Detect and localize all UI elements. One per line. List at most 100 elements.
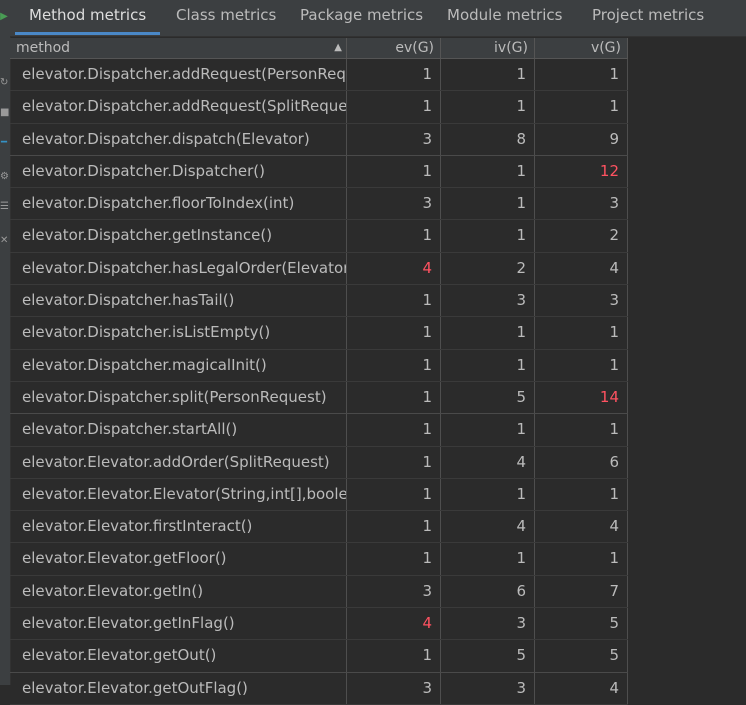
iv-value-cell: 3 [441,285,535,317]
table-row[interactable]: elevator.Elevator.getInFlag() 4 3 5 [10,608,628,641]
ev-value-cell: 1 [347,59,441,91]
table-row[interactable]: elevator.Dispatcher.floorToIndex(int) 3 1 3 [10,188,628,221]
table-row[interactable]: elevator.Dispatcher.startAll() 1 1 1 [10,414,628,447]
iv-value-cell: 5 [441,381,535,414]
iv-value-cell: 3 [441,608,535,640]
column-header-ev[interactable]: ev(G) [347,38,441,58]
table-row[interactable]: elevator.Elevator.addOrder(SplitRequest)… [10,446,628,479]
tab-project-metrics[interactable]: Project metrics [592,0,704,36]
method-metrics-table: method ▲ ev(G) iv(G) v(G) elevator.Dispa… [10,38,628,705]
method-name-cell: elevator.Elevator.getFloor() [10,543,347,575]
ev-value-cell: 1 [347,155,441,188]
iv-value-cell: 1 [441,317,535,349]
ev-value-cell: 1 [347,414,441,446]
method-name-cell: elevator.Dispatcher.isListEmpty() [10,317,347,349]
table-row[interactable]: elevator.Dispatcher.hasLegalOrder(Elevat… [10,252,628,286]
table-row[interactable]: elevator.Elevator.getOut() 1 5 5 [10,640,628,673]
column-header-method[interactable]: method ▲ [10,38,347,58]
v-value-cell: 7 [535,575,628,608]
ev-value-cell: 1 [347,511,441,543]
method-name-cell: elevator.Elevator.firstInteract() [10,511,347,543]
method-name-cell: elevator.Dispatcher.split(PersonRequest) [10,381,347,414]
v-value-cell: 5 [535,640,628,672]
table-row[interactable]: elevator.Elevator.firstInteract() 1 4 4 [10,511,628,544]
method-name-cell: elevator.Dispatcher.hasLegalOrder(Elevat… [10,252,347,285]
table-row[interactable]: elevator.Elevator.getIn() 3 6 7 [10,575,628,609]
table-row[interactable]: elevator.Dispatcher.hasTail() 1 3 3 [10,285,628,318]
table-row[interactable]: elevator.Dispatcher.Dispatcher() 1 1 12 [10,155,628,189]
method-name-cell: elevator.Dispatcher.magicalInit() [10,349,347,381]
table-row[interactable]: elevator.Elevator.getFloor() 1 1 1 [10,543,628,576]
iv-value-cell: 4 [441,511,535,543]
ev-value-cell: 1 [347,220,441,252]
table-row[interactable]: elevator.Dispatcher.addRequest(SplitRequ… [10,91,628,124]
method-name-cell: elevator.Elevator.getOut() [10,640,347,672]
stop-icon[interactable]: ■ [0,108,9,118]
ev-value-cell: 1 [347,381,441,414]
tab-label: Module metrics [447,6,563,24]
filter-icon[interactable]: ☰ [0,202,9,212]
ev-value-cell: 1 [347,317,441,349]
table-row[interactable]: elevator.Dispatcher.isListEmpty() 1 1 1 [10,317,628,350]
iv-value-cell: 8 [441,123,535,155]
iv-value-cell: 6 [441,575,535,608]
v-value-cell: 6 [535,446,628,478]
method-name-cell: elevator.Dispatcher.Dispatcher() [10,155,347,188]
table-row[interactable]: elevator.Dispatcher.getInstance() 1 1 2 [10,220,628,253]
table-header: method ▲ ev(G) iv(G) v(G) [10,38,628,59]
tab-label: Package metrics [300,6,424,24]
v-value-cell: 2 [535,220,628,252]
v-value-cell: 14 [535,381,628,414]
tab-package-metrics[interactable]: Package metrics [300,0,423,36]
tab-method-metrics[interactable]: Method metrics [15,0,161,36]
table-row[interactable]: elevator.Elevator.Elevator(String,int[],… [10,478,628,512]
tab-label: Method metrics [29,6,147,24]
iv-value-cell: 3 [441,672,535,704]
run-icon[interactable]: ▶ [0,12,8,22]
v-value-cell: 1 [535,317,628,349]
iv-value-cell: 5 [441,640,535,672]
method-name-cell: elevator.Dispatcher.addRequest(PersonReq… [10,59,347,91]
tab-class-metrics[interactable]: Class metrics [176,0,276,36]
table-row[interactable]: elevator.Dispatcher.addRequest(PersonReq… [10,59,628,92]
ev-value-cell: 1 [347,543,441,575]
settings-icon[interactable]: ⚙ [0,172,9,182]
iv-value-cell: 1 [441,59,535,91]
tab-module-metrics[interactable]: Module metrics [447,0,562,36]
table-empty-area [628,38,746,685]
method-name-cell: elevator.Elevator.getIn() [10,575,347,608]
column-header-iv[interactable]: iv(G) [441,38,535,58]
v-value-cell: 9 [535,123,628,155]
method-name-cell: elevator.Elevator.addOrder(SplitRequest) [10,446,347,478]
divider-mark-icon: ━ [0,137,8,148]
ev-value-cell: 1 [347,349,441,381]
metrics-tab-bar: Method metrics Class metrics Package met… [10,0,746,37]
sort-ascending-icon: ▲ [334,42,342,53]
method-name-cell: elevator.Dispatcher.addRequest(SplitRequ… [10,91,347,123]
iv-value-cell: 1 [441,349,535,381]
iv-value-cell: 1 [441,414,535,446]
ev-value-cell: 1 [347,478,441,511]
iv-value-cell: 1 [441,543,535,575]
iv-value-cell: 1 [441,220,535,252]
iv-value-cell: 1 [441,155,535,188]
v-value-cell: 1 [535,91,628,123]
ev-value-cell: 1 [347,446,441,478]
method-name-cell: elevator.Dispatcher.hasTail() [10,285,347,317]
ev-value-cell: 4 [347,608,441,640]
table-row[interactable]: elevator.Dispatcher.dispatch(Elevator) 3 8… [10,123,628,156]
close-icon[interactable]: ✕ [0,236,8,246]
method-name-cell: elevator.Dispatcher.floorToIndex(int) [10,188,347,220]
ev-value-cell: 1 [347,285,441,317]
rerun-icon[interactable]: ↻ [0,78,8,88]
table-row[interactable]: elevator.Dispatcher.magicalInit() 1 1 1 [10,349,628,382]
v-value-cell: 1 [535,414,628,446]
tab-label: Class metrics [176,6,277,24]
table-row[interactable]: elevator.Dispatcher.split(PersonRequest)… [10,381,628,415]
ev-value-cell: 3 [347,672,441,704]
ev-value-cell: 3 [347,188,441,220]
active-tab-indicator [15,32,161,35]
method-name-cell: elevator.Dispatcher.startAll() [10,414,347,446]
table-row[interactable]: elevator.Elevator.getOutFlag() 3 3 4 [10,672,628,705]
column-header-v[interactable]: v(G) [535,38,628,58]
